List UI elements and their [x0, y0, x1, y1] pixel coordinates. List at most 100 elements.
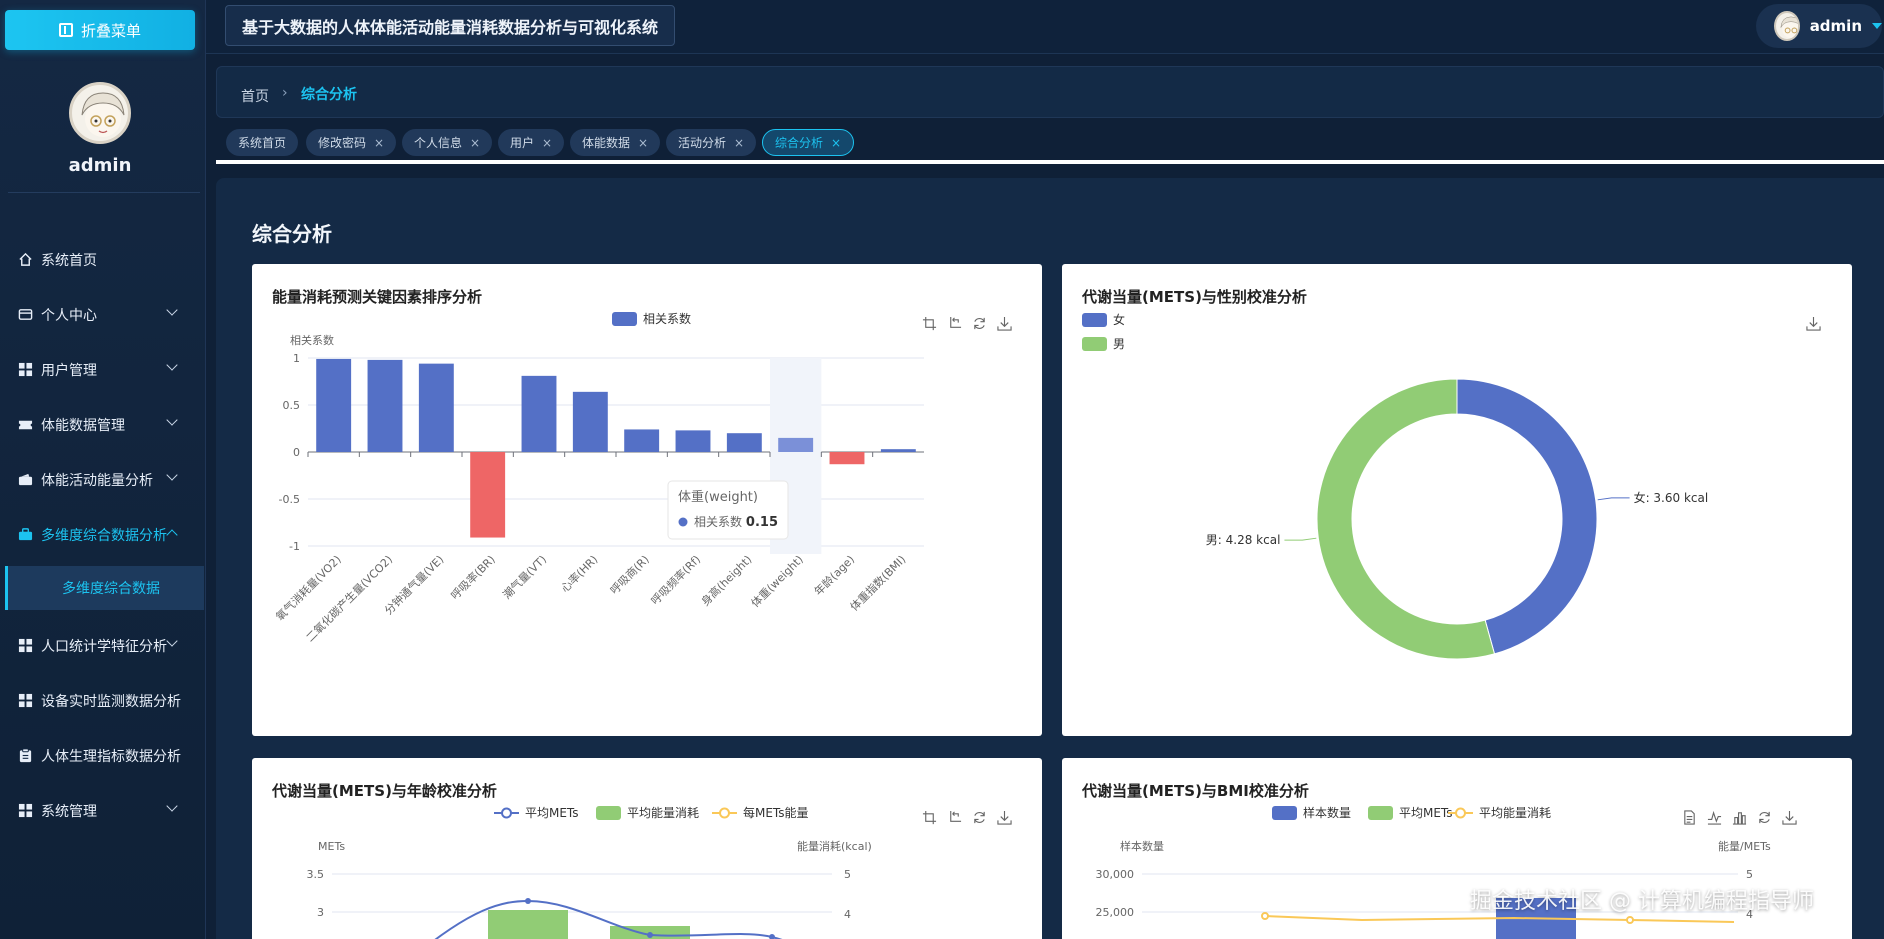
data-point: [1626, 916, 1634, 924]
data-point: [525, 898, 531, 904]
sidebar-subitem-multidimensional-data[interactable]: 多维度综合数据: [5, 566, 204, 610]
tab-personal-info[interactable]: 个人信息 ×: [402, 129, 493, 156]
x-tick-label: 潮气量(VT): [500, 552, 549, 601]
close-icon[interactable]: ×: [542, 136, 552, 150]
main-content: 综合分析 能量消耗预测关键因素排序分析 相关系数 相关系数 1 0.5 0 -0.5 -1…: [216, 178, 1884, 939]
tab-comprehensive-analysis[interactable]: 综合分析 ×: [762, 129, 855, 156]
pie-slice: [1316, 378, 1496, 660]
sidebar-item-device-monitoring[interactable]: 设备实时监测数据分析: [0, 673, 206, 728]
sidebar-item-system[interactable]: 系统管理: [0, 783, 206, 838]
sidebar-item-label: 设备实时监测数据分析: [41, 693, 181, 710]
x-tick-label: 二氧化碳产生量(VCO2): [303, 552, 395, 644]
x-tick-label: 身高(height): [698, 552, 754, 608]
breadcrumb-separator: ›: [282, 85, 288, 101]
breadcrumb: 首页 › 综合分析: [216, 66, 1884, 118]
top-bar: 基于大数据的人体体能活动能量消耗数据分析与可视化系统 admin: [206, 0, 1884, 54]
y2-tick-label: 4: [844, 908, 851, 921]
chart-title: 能量消耗预测关键因素排序分析: [272, 288, 483, 306]
sidebar: 折叠菜单 admin 系统首页 个人中心 用户管理 体能数据管理 体能活动能量分…: [0, 0, 206, 939]
y-tick-label: 30,000: [1096, 868, 1135, 881]
y2-axis-title: 能量消耗(kcal): [797, 839, 872, 853]
sidebar-item-label: 系统管理: [41, 803, 97, 820]
tooltip-marker: [678, 517, 688, 527]
data-point: [647, 932, 653, 938]
bar: [778, 437, 814, 452]
y2-axis-title: 能量/METs: [1718, 839, 1771, 853]
data-point: [1261, 912, 1269, 920]
sidebar-item-label: 多维度综合数据分析: [41, 527, 167, 544]
pie-label-line: [1284, 537, 1317, 541]
chevron-down-icon: [166, 635, 178, 647]
breadcrumb-home[interactable]: 首页: [241, 86, 269, 106]
y-tick-label: -0.5: [279, 493, 300, 506]
close-icon[interactable]: ×: [734, 136, 744, 150]
bar: [829, 452, 865, 465]
watermark: 掘金技术社区 @ 计算机编程指导师: [1470, 889, 1814, 914]
y-tick-label: 0.5: [283, 399, 301, 412]
tab-label: 修改密码: [318, 136, 367, 150]
tab-label: 系统首页: [238, 136, 287, 150]
sidebar-item-personal-center[interactable]: 个人中心: [0, 287, 206, 342]
tab-label: 个人信息: [414, 136, 463, 150]
sidebar-item-multidimensional[interactable]: 多维度综合数据分析: [0, 507, 206, 562]
bar: [675, 430, 711, 452]
bar: [418, 363, 454, 452]
grid-icon: [18, 362, 33, 377]
close-icon[interactable]: ×: [831, 136, 841, 150]
chevron-down-icon: [166, 800, 178, 812]
y-tick-label: 3.5: [307, 868, 325, 881]
sidebar-item-activity-energy[interactable]: 体能活动能量分析: [0, 452, 206, 507]
tooltip-value: 0.15: [746, 515, 778, 530]
sidebar-item-physiological[interactable]: 人体生理指标数据分析: [0, 728, 206, 783]
bar: [488, 910, 568, 939]
collapse-menu-button[interactable]: 折叠菜单: [5, 10, 195, 50]
chart-card-key-factors: 能量消耗预测关键因素排序分析 相关系数 相关系数 1 0.5 0 -0.5 -1 氧气消耗量…: [252, 264, 1042, 736]
close-icon[interactable]: ×: [638, 136, 648, 150]
y-axis-title: METs: [318, 840, 345, 853]
sidebar-username: admin: [68, 155, 132, 176]
bar: [521, 375, 557, 452]
wallet-icon: [18, 473, 33, 486]
tab-activity-analysis[interactable]: 活动分析 ×: [666, 129, 757, 156]
tab-change-password[interactable]: 修改密码 ×: [306, 129, 397, 156]
home-icon: [19, 252, 32, 266]
tab-user[interactable]: 用户 ×: [498, 129, 565, 156]
tab-label: 用户: [510, 136, 535, 150]
sidebar-item-home[interactable]: 系统首页: [0, 232, 206, 287]
x-tick-label: 呼吸率(BR): [448, 552, 498, 602]
avatar: [69, 82, 131, 144]
bar: [572, 391, 608, 452]
y2-tick-label: 5: [844, 868, 851, 881]
grid-icon: [18, 803, 33, 818]
pie-slice: [1456, 378, 1598, 655]
sidebar-item-label: 体能活动能量分析: [41, 472, 153, 489]
data-point: [769, 934, 775, 939]
tab-label: 体能数据: [582, 136, 631, 150]
tab-system-home[interactable]: 系统首页: [226, 129, 299, 156]
avatar: [1774, 11, 1800, 41]
id-card-icon: [18, 309, 33, 320]
x-tick-label: 呼吸商(R): [607, 552, 652, 597]
close-icon[interactable]: ×: [374, 136, 384, 150]
grid-icon: [18, 693, 33, 708]
sidebar-divider: [8, 192, 200, 193]
sidebar-item-label: 系统首页: [41, 252, 97, 269]
chart-card-age: 代谢当量(METS)与年龄校准分析 平均METs 平均能量消耗 每METs能量 …: [252, 758, 1042, 939]
pie-label: 女: 3.60 kcal: [1634, 490, 1709, 505]
sidebar-item-user-management[interactable]: 用户管理: [0, 342, 206, 397]
tab-fitness-data[interactable]: 体能数据 ×: [570, 129, 661, 156]
bar: [470, 452, 506, 538]
y-tick-label: 1: [293, 352, 300, 365]
grid-icon: [18, 638, 33, 653]
chart-card-gender: 代谢当量(METS)与性别校准分析 女 男 女: 3.60 kcal 男: 4.2…: [1062, 264, 1852, 736]
sidebar-item-fitness-data[interactable]: 体能数据管理: [0, 397, 206, 452]
sidebar-item-label: 体能数据管理: [41, 417, 125, 434]
bar: [624, 429, 660, 452]
user-menu[interactable]: admin: [1756, 4, 1882, 48]
sidebar-item-demographics[interactable]: 人口统计学特征分析: [0, 618, 206, 673]
collapse-icon: [58, 23, 73, 37]
chevron-down-icon: [166, 304, 178, 316]
y-tick-label: 3: [317, 906, 324, 919]
header-username: admin: [1809, 17, 1862, 35]
close-icon[interactable]: ×: [470, 136, 480, 150]
